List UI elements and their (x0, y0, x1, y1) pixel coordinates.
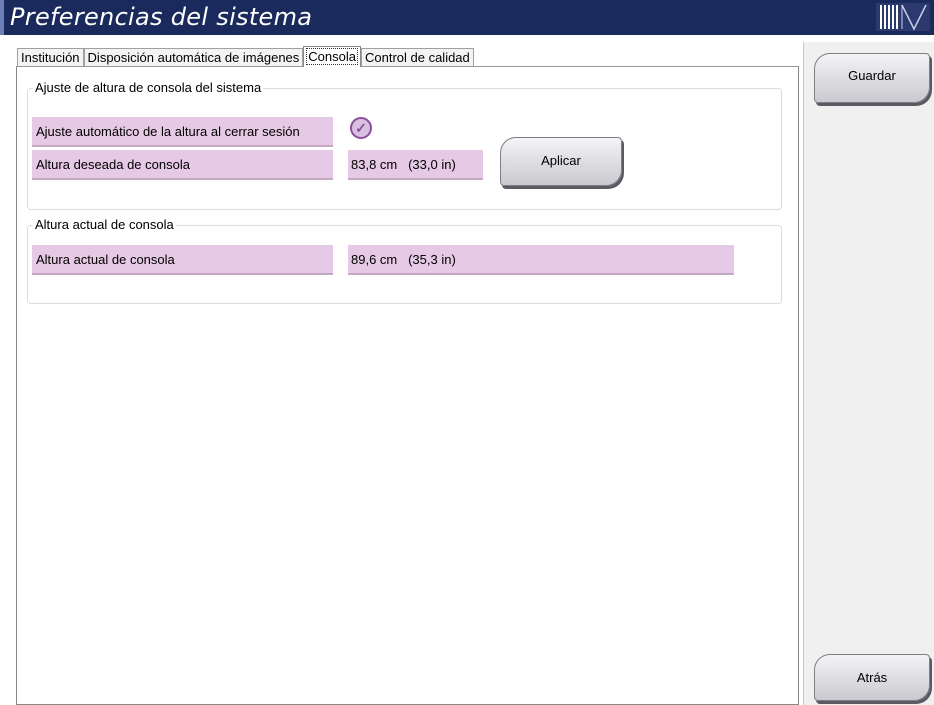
tab-consola[interactable]: Consola (303, 46, 361, 67)
auto-adjust-label: Ajuste automático de la altura al cerrar… (32, 117, 333, 147)
group-current-height-title: Altura actual de consola (33, 217, 176, 232)
title-bar: Preferencias del sistema (0, 0, 934, 35)
desired-height-value: 83,8 cm (33,0 in) (348, 150, 483, 180)
side-panel: Guardar Atrás (803, 42, 934, 705)
current-height-label: Altura actual de consola (32, 245, 333, 275)
back-button[interactable]: Atrás (814, 654, 930, 701)
window-title: Preferencias del sistema (10, 3, 313, 31)
tab-disposicion-automatica[interactable]: Disposición automática de imágenes (83, 48, 304, 67)
group-system-height: Ajuste de altura de consola del sistema … (27, 80, 782, 210)
group-system-height-title: Ajuste de altura de consola del sistema (33, 80, 264, 95)
tab-control-calidad[interactable]: Control de calidad (360, 48, 474, 67)
tab-consola-label: Consola (306, 48, 358, 65)
auto-adjust-checkbox[interactable]: ✓ (350, 117, 372, 139)
brand-logo-icon (876, 3, 930, 31)
apply-button[interactable]: Aplicar (500, 137, 622, 186)
tab-institucion[interactable]: Institución (17, 48, 84, 67)
tab-strip: Institución Disposición automática de im… (17, 46, 474, 67)
save-button[interactable]: Guardar (814, 53, 930, 103)
current-height-value: 89,6 cm (35,3 in) (348, 245, 734, 275)
group-current-height: Altura actual de consola Altura actual d… (27, 217, 782, 304)
main-panel: Ajuste de altura de consola del sistema … (16, 66, 799, 705)
desired-height-label: Altura deseada de consola (32, 150, 333, 180)
